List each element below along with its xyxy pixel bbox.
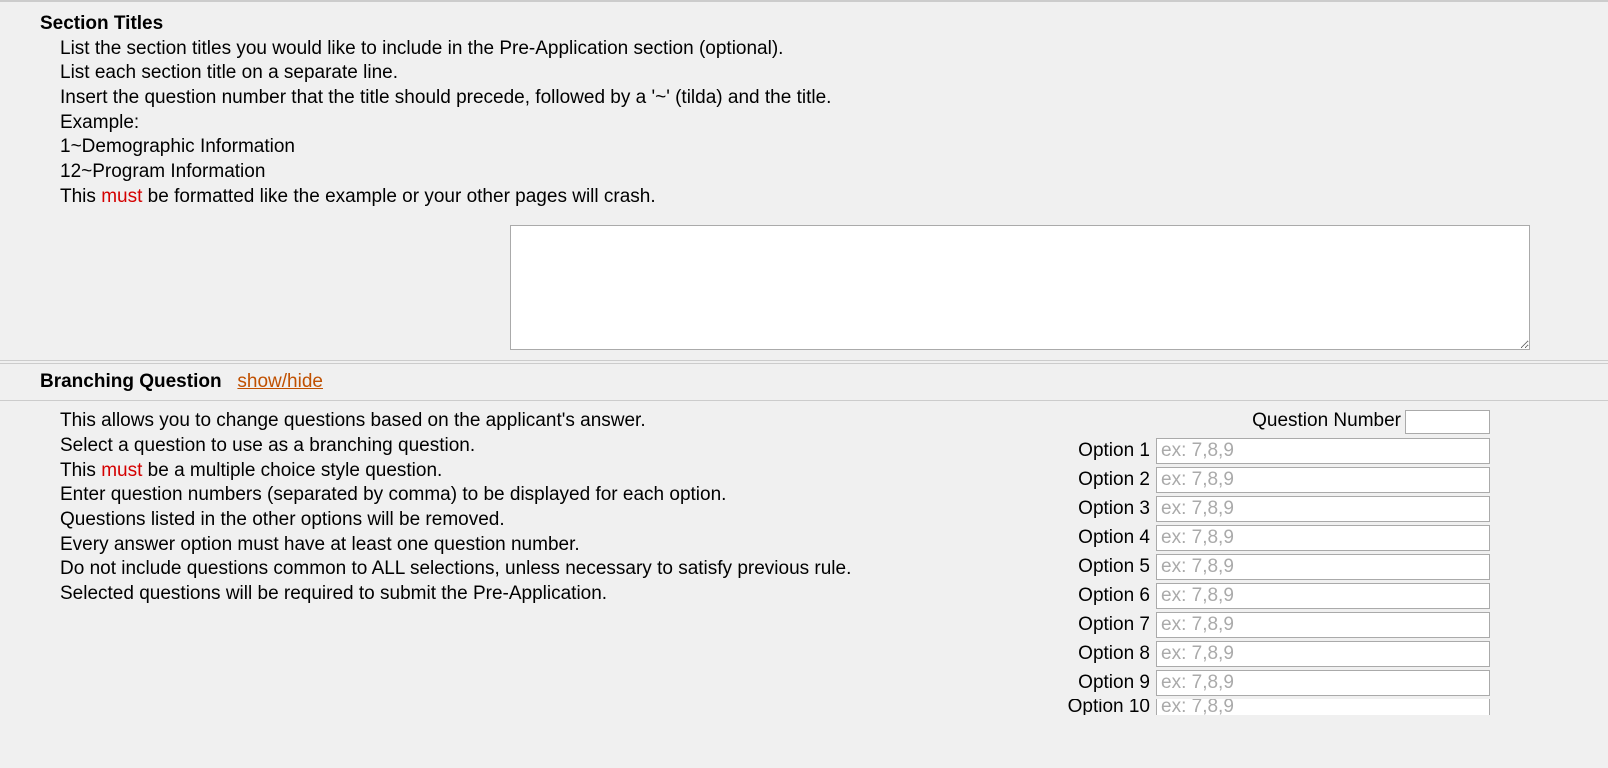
option-input-4[interactable] bbox=[1156, 525, 1490, 551]
option-label: Option 5 bbox=[1060, 555, 1150, 580]
instruction-line: 12~Program Information bbox=[60, 160, 1578, 185]
option-row: Option 2 bbox=[1060, 467, 1490, 493]
option-row: Option 7 bbox=[1060, 612, 1490, 638]
option-input-6[interactable] bbox=[1156, 583, 1490, 609]
instruction-line: Do not include questions common to ALL s… bbox=[40, 557, 1040, 582]
option-label: Option 9 bbox=[1060, 671, 1150, 696]
option-label: Option 1 bbox=[1060, 439, 1150, 464]
instruction-line: 1~Demographic Information bbox=[60, 135, 1578, 160]
option-row: Option 8 bbox=[1060, 641, 1490, 667]
section-titles-instructions: List the section titles you would like t… bbox=[60, 37, 1578, 210]
section-titles-heading: Section Titles bbox=[40, 12, 1578, 37]
option-row: Option 6 bbox=[1060, 583, 1490, 609]
instruction-line: List each section title on a separate li… bbox=[60, 61, 1578, 86]
option-input-10[interactable] bbox=[1156, 699, 1490, 715]
option-label: Option 3 bbox=[1060, 497, 1150, 522]
branching-heading: Branching Question bbox=[40, 371, 222, 392]
option-row: Option 4 bbox=[1060, 525, 1490, 551]
must-word: must bbox=[101, 186, 142, 207]
instruction-line: Selected questions will be required to s… bbox=[40, 582, 1040, 607]
option-label: Option 7 bbox=[1060, 613, 1150, 638]
option-label: Option 10 bbox=[1060, 699, 1150, 715]
option-row: Option 3 bbox=[1060, 496, 1490, 522]
instruction-line: Enter question numbers (separated by com… bbox=[40, 483, 1040, 508]
instruction-must-line: This must be a multiple choice style que… bbox=[40, 459, 1040, 484]
option-label: Option 2 bbox=[1060, 468, 1150, 493]
option-row: Option 9 bbox=[1060, 670, 1490, 696]
option-row: Option 10 bbox=[1060, 699, 1490, 715]
option-input-3[interactable] bbox=[1156, 496, 1490, 522]
instruction-line: This allows you to change questions base… bbox=[40, 409, 1040, 434]
question-number-label: Question Number bbox=[1252, 409, 1401, 434]
section-titles-textarea[interactable] bbox=[510, 225, 1530, 350]
instruction-must-line: This must be formatted like the example … bbox=[60, 185, 1578, 210]
question-number-input[interactable] bbox=[1405, 410, 1490, 434]
branching-instructions: This allows you to change questions base… bbox=[40, 409, 1040, 718]
instruction-line: Every answer option must have at least o… bbox=[40, 533, 1040, 558]
instruction-line: Select a question to use as a branching … bbox=[40, 434, 1040, 459]
option-input-5[interactable] bbox=[1156, 554, 1490, 580]
options-panel: Question Number Option 1 Option 2 Option… bbox=[1060, 409, 1500, 718]
option-label: Option 8 bbox=[1060, 642, 1150, 667]
option-input-9[interactable] bbox=[1156, 670, 1490, 696]
must-word: must bbox=[101, 460, 142, 481]
option-label: Option 6 bbox=[1060, 584, 1150, 609]
option-row: Option 1 bbox=[1060, 438, 1490, 464]
show-hide-toggle[interactable]: show/hide bbox=[237, 371, 323, 392]
option-label: Option 4 bbox=[1060, 526, 1150, 551]
option-row: Option 5 bbox=[1060, 554, 1490, 580]
branching-question-block: Branching Question show/hide This allows… bbox=[0, 363, 1608, 718]
instruction-line: Insert the question number that the titl… bbox=[60, 86, 1578, 111]
option-input-1[interactable] bbox=[1156, 438, 1490, 464]
instruction-line: List the section titles you would like t… bbox=[60, 37, 1578, 62]
option-input-7[interactable] bbox=[1156, 612, 1490, 638]
option-input-2[interactable] bbox=[1156, 467, 1490, 493]
section-titles-block: Section Titles List the section titles y… bbox=[0, 1, 1608, 361]
instruction-line: Questions listed in the other options wi… bbox=[40, 508, 1040, 533]
instruction-line: Example: bbox=[60, 111, 1578, 136]
option-input-8[interactable] bbox=[1156, 641, 1490, 667]
